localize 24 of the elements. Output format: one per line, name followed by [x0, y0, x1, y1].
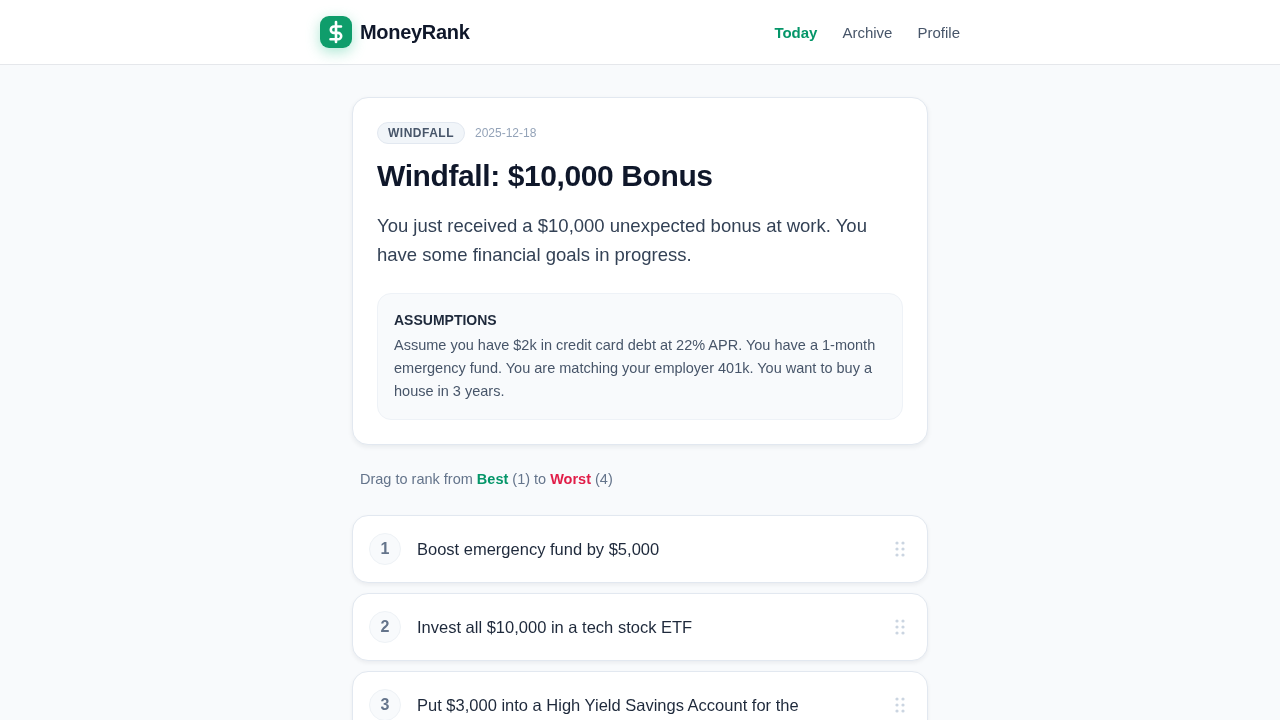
date-text: 2025-12-18	[475, 126, 537, 140]
nav-link[interactable]: Today	[774, 23, 818, 41]
rank-number: 3	[369, 689, 401, 720]
ranking-option-card[interactable]: 1 Boost emergency fund by $5,000	[352, 515, 928, 583]
drag-handle-icon[interactable]	[895, 541, 905, 557]
option-text: Put $3,000 into a High Yield Savings Account for the	[417, 695, 800, 716]
assumptions-text: Assume you have $2k in credit card debt at 22% APR. You have a 1-month emergency fund. You are matching your employer 401k. You want to buy a house in 3 years.	[394, 336, 877, 401]
drag-handle-icon[interactable]	[895, 697, 905, 713]
rank-number: 2	[369, 611, 401, 643]
option-text: Invest all $10,000 in a tech stock ETF	[417, 617, 694, 638]
brand-name: MoneyRank	[360, 20, 470, 44]
scenario-description: You just received a $10,000 unexpected bonus at work. You have some financial goals in progress.	[377, 214, 868, 267]
nav-link[interactable]: Profile	[917, 23, 960, 41]
dollar-logo-icon	[320, 16, 352, 48]
category-tag: WINDFALL	[377, 122, 465, 144]
rank-instruction: Drag to rank from Best (1) to Worst (4)	[359, 470, 614, 489]
drag-handle-icon[interactable]	[895, 619, 905, 635]
scenario-title: Windfall: $10,000 Bonus	[377, 158, 714, 194]
option-text: Boost emergency fund by $5,000	[417, 539, 661, 560]
nav-link[interactable]: Archive	[842, 23, 893, 41]
assumptions-heading: ASSUMPTIONS	[394, 311, 498, 330]
ranking-option-card[interactable]: 3 Put $3,000 into a High Yield Savings Account for the	[352, 671, 928, 720]
rank-number: 1	[369, 533, 401, 565]
ranking-option-card[interactable]: 2 Invest all $10,000 in a tech stock ETF	[352, 593, 928, 661]
